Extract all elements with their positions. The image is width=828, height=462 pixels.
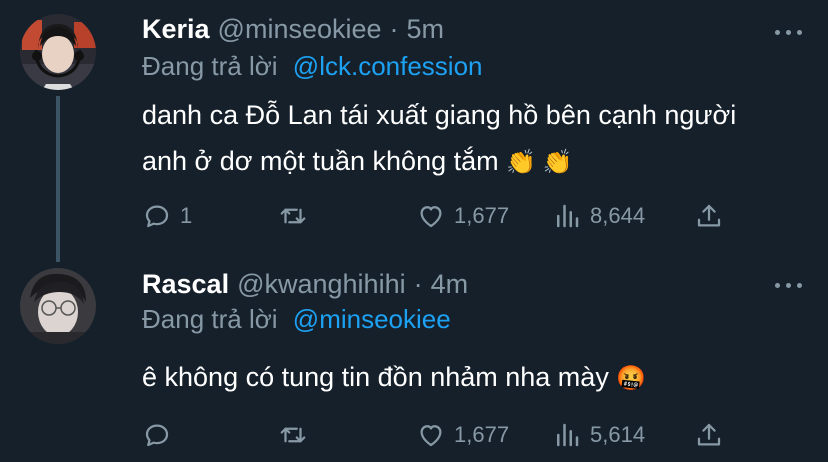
- reply-button[interactable]: 1: [142, 199, 192, 233]
- timestamp[interactable]: 5m: [407, 14, 445, 45]
- mention-link[interactable]: @minseokiee: [293, 304, 451, 334]
- view-count: 8,644: [590, 203, 646, 228]
- tweet-thread: Keria @minseokiee · 5m Đang trả lời @lck…: [0, 0, 828, 462]
- replying-to: Đang trả lời @minseokiee: [142, 304, 451, 335]
- more-icon[interactable]: [775, 30, 802, 35]
- heart-icon: [420, 425, 442, 447]
- tweet-header: Keria @minseokiee · 5m: [142, 14, 444, 45]
- tweet-text-line: ê không có tung tin đồn nhảm nha mày: [142, 362, 609, 392]
- retweet-button[interactable]: [278, 199, 316, 233]
- avatar[interactable]: [20, 14, 96, 90]
- more-icon[interactable]: [775, 283, 802, 288]
- thread-connector-line: [56, 96, 60, 262]
- views-icon: [557, 204, 579, 228]
- heart-icon: [420, 206, 442, 228]
- like-button[interactable]: 1,677: [416, 418, 509, 452]
- tweet[interactable]: Rascal @kwanghihihi · 4m Đang trả lời @m…: [0, 262, 828, 462]
- mention-link[interactable]: @lck.confession: [293, 51, 483, 81]
- cursing-face-emoji: 🤬: [616, 365, 647, 392]
- retweet-button[interactable]: [278, 418, 316, 452]
- tweet-text: ê không có tung tin đồn nhảm nha mày 🤬: [142, 354, 802, 402]
- replying-to-label: Đang trả lời: [142, 51, 278, 81]
- reply-count: 1: [180, 203, 193, 228]
- reply-icon: [145, 205, 169, 228]
- tweet-header: Rascal @kwanghihihi · 4m: [142, 269, 468, 300]
- like-button[interactable]: 1,677: [416, 199, 509, 233]
- display-name[interactable]: Keria: [142, 14, 210, 45]
- share-icon: [697, 204, 721, 227]
- reply-button[interactable]: [142, 418, 180, 452]
- share-icon: [697, 423, 721, 446]
- tweet-text: danh ca Đỗ Lan tái xuất giang hồ bên cạn…: [142, 92, 802, 186]
- like-count: 1,677: [454, 203, 510, 228]
- avatar[interactable]: [20, 268, 96, 344]
- separator-dot: ·: [413, 269, 423, 299]
- views-button[interactable]: 5,614: [552, 418, 645, 452]
- views-icon: [557, 423, 579, 447]
- timestamp[interactable]: 4m: [431, 269, 469, 300]
- views-button[interactable]: 8,644: [552, 199, 645, 233]
- tweet[interactable]: Keria @minseokiee · 5m Đang trả lời @lck…: [0, 0, 828, 262]
- replying-to-label: Đang trả lời: [142, 304, 278, 334]
- view-count: 5,614: [590, 422, 646, 447]
- clapping-hands-emoji: 👏 👏: [506, 149, 573, 176]
- user-handle[interactable]: @minseokiee: [218, 14, 382, 45]
- tweet-actions: 1 1,677 8,644: [142, 199, 742, 233]
- user-handle[interactable]: @kwanghihihi: [237, 269, 406, 300]
- tweet-text-line: anh ở dơ một tuần không tắm: [142, 146, 499, 176]
- tweet-text-line: danh ca Đỗ Lan tái xuất giang hồ bên cạn…: [142, 100, 737, 130]
- tweet-actions: 1,677 5,614: [142, 418, 742, 452]
- share-button[interactable]: [694, 418, 724, 452]
- like-count: 1,677: [454, 422, 510, 447]
- separator-dot: ·: [389, 14, 399, 44]
- retweet-icon: [280, 208, 306, 224]
- retweet-icon: [280, 427, 306, 443]
- replying-to: Đang trả lời @lck.confession: [142, 51, 483, 82]
- share-button[interactable]: [694, 199, 724, 233]
- reply-icon: [145, 424, 169, 447]
- display-name[interactable]: Rascal: [142, 269, 229, 300]
